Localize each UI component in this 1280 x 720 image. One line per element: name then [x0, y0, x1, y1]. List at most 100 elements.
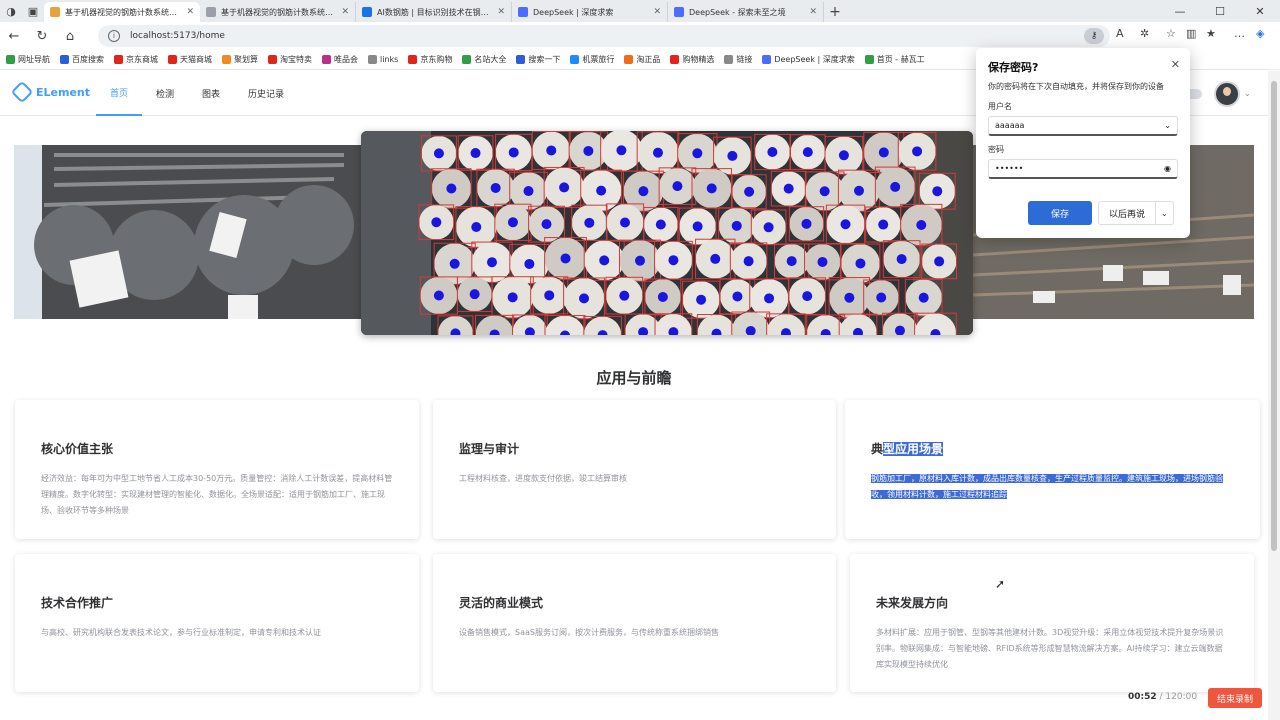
chevron-down-icon[interactable]: ⌄ — [1244, 89, 1251, 98]
bookmark-item[interactable]: DeepSeek | 深度求索 — [762, 54, 855, 65]
logo[interactable]: ELement — [10, 80, 90, 104]
browser-tab[interactable]: AI数钢筋 | 目标识别技术在钢筋计 ✕ — [356, 2, 512, 22]
detection-dot — [583, 145, 594, 156]
menu-item-detect[interactable]: 检测 — [142, 71, 188, 116]
dialog-title: 保存密码? — [988, 61, 1039, 74]
browser-tab[interactable]: DeepSeek | 深度求索 ✕ — [512, 2, 668, 22]
password-field[interactable]: •••••• ◉ — [988, 159, 1178, 179]
detection-dot — [802, 291, 813, 302]
tab-close-icon[interactable]: ✕ — [497, 7, 505, 17]
tab-favicon-icon — [518, 7, 528, 17]
detection-dot — [471, 221, 482, 232]
bookmark-item[interactable]: 京东商城 — [114, 54, 158, 65]
detection-dot — [657, 291, 668, 302]
carousel-slide-active[interactable] — [361, 131, 973, 335]
card-business-model: 灵活的商业模式 设备销售模式，SaaS服务订阅，按次计费服务，与传统称重系统捆绑… — [433, 554, 836, 692]
browser-tab[interactable]: 基于机器视觉的钢筋计数系统算法 ✕ — [44, 2, 200, 22]
detection-dot — [524, 258, 535, 269]
bookmark-item[interactable]: links — [368, 55, 398, 64]
url-field[interactable]: i localhost:5173/home ⚷ — [98, 25, 1110, 47]
favorites-icon[interactable]: ★ — [1206, 27, 1216, 40]
username-field[interactable]: aaaaaa ⌄ — [988, 116, 1178, 136]
browser-tab[interactable]: DeepSeek - 探索未至之境 ✕ — [668, 2, 824, 22]
more-menu-icon[interactable]: … — [1234, 27, 1245, 40]
bookmark-favicon-icon — [724, 55, 734, 64]
bookmark-item[interactable]: 淘宝特卖 — [268, 54, 312, 65]
profile-icon[interactable]: ◑ — [0, 0, 22, 22]
password-value: •••••• — [995, 164, 1024, 173]
username-value: aaaaaa — [995, 121, 1025, 130]
minimize-button[interactable]: — — [1160, 0, 1200, 22]
bookmark-label: DeepSeek | 深度求索 — [774, 55, 855, 64]
menu-item-home[interactable]: 首页 — [96, 71, 142, 116]
bookmark-label: 淘宝特卖 — [280, 55, 312, 64]
copilot-icon[interactable]: ◈ — [1256, 27, 1264, 40]
elapsed-time: 00:52 — [1128, 692, 1157, 702]
browser-tab[interactable]: 基于机器视觉的钢筋计数系统算法 ✕ — [200, 2, 356, 22]
detection-dot — [655, 219, 666, 230]
bookmark-label: 京东购物 — [420, 55, 453, 64]
stop-recording-button[interactable]: 结束录制 — [1208, 688, 1262, 708]
chevron-down-icon[interactable]: ⌄ — [1164, 121, 1171, 130]
detection-dot — [692, 221, 703, 232]
detection-dot — [844, 292, 855, 303]
bookmark-item[interactable]: 百度搜索 — [60, 54, 104, 65]
detection-dot — [541, 219, 552, 230]
tab-close-icon[interactable]: ✕ — [653, 7, 661, 17]
user-avatar[interactable] — [1214, 81, 1240, 107]
close-icon[interactable]: ✕ — [1171, 58, 1180, 71]
key-icon[interactable]: ⚷ — [1084, 28, 1104, 44]
site-info-icon[interactable]: i — [108, 30, 120, 42]
detection-dot — [638, 186, 649, 197]
maximize-button[interactable]: ☐ — [1200, 0, 1240, 22]
bookmark-item[interactable]: 网址导航 — [6, 54, 50, 65]
page-scrollbar[interactable] — [1268, 71, 1280, 720]
bookmark-favicon-icon — [60, 55, 69, 64]
carousel-slide-prev[interactable] — [14, 145, 361, 319]
bookmark-item[interactable]: 购物精选 — [670, 54, 714, 65]
detection-dot — [916, 219, 927, 230]
favorite-star-icon[interactable]: ☆ — [1166, 27, 1176, 40]
bookmark-item[interactable]: 京东购物 — [408, 54, 452, 65]
scrollbar-thumb[interactable] — [1271, 81, 1277, 551]
menu-item-charts[interactable]: 图表 — [188, 71, 234, 116]
tab-title: 基于机器视觉的钢筋计数系统算法 — [65, 7, 183, 17]
bookmark-favicon-icon — [624, 55, 634, 64]
close-window-button[interactable]: ✕ — [1240, 0, 1280, 22]
bookmark-item[interactable]: 聚划算 — [222, 54, 258, 65]
card-desc: 多材料扩展：应用于钢管、型钢等其他建材计数。3D视觉升级：采用立体视觉技术提升复… — [876, 628, 1224, 669]
bookmark-item[interactable]: 首页 - 赫瓦工 — [864, 54, 925, 65]
bookmark-item[interactable]: 唯品会 — [322, 54, 358, 65]
menu-item-history[interactable]: 历史记录 — [234, 71, 298, 116]
eye-icon[interactable]: ◉ — [1164, 164, 1171, 173]
new-tab-button[interactable]: + — [824, 2, 846, 22]
detection-dot — [727, 150, 738, 161]
reload-button[interactable]: ↻ — [28, 29, 56, 44]
detection-dot — [896, 254, 907, 265]
bookmark-item[interactable]: 机票旅行 — [570, 54, 614, 65]
bookmark-favicon-icon — [168, 55, 177, 64]
more-options-button[interactable]: ⌄ — [1156, 201, 1174, 225]
save-password-dialog: 保存密码? ✕ 你的密码将在下次自动填充，并将保存到你的设备 用户名 aaaaa… — [976, 48, 1190, 238]
bookmark-item[interactable]: 天猫商城 — [168, 54, 212, 65]
extensions-icon[interactable]: ✲ — [1140, 27, 1149, 40]
tab-close-icon[interactable]: ✕ — [809, 7, 817, 17]
back-button[interactable]: ← — [0, 29, 28, 44]
bookmark-item[interactable]: 搜索一下 — [516, 54, 560, 65]
detection-dot — [763, 222, 774, 233]
tab-title: DeepSeek | 深度求索 — [533, 7, 614, 17]
bookmark-label: 首页 - 赫瓦工 — [876, 55, 925, 64]
detection-dot — [470, 148, 481, 159]
bookmark-item[interactable]: 淘正品 — [624, 54, 660, 65]
read-aloud-icon[interactable]: A — [1116, 27, 1124, 40]
tab-close-icon[interactable]: ✕ — [186, 7, 194, 17]
home-button[interactable]: ⌂ — [56, 29, 84, 44]
bookmark-item[interactable]: 链接 — [724, 54, 752, 65]
save-button[interactable]: 保存 — [1028, 201, 1092, 225]
workspaces-icon[interactable]: ▣ — [22, 0, 44, 22]
later-button[interactable]: 以后再说 — [1098, 201, 1156, 225]
rebar-stack-image — [14, 145, 361, 319]
bookmark-item[interactable]: 名站大全 — [462, 54, 506, 65]
tab-close-icon[interactable]: ✕ — [341, 7, 349, 17]
split-screen-icon[interactable]: ▥ — [1186, 27, 1196, 40]
